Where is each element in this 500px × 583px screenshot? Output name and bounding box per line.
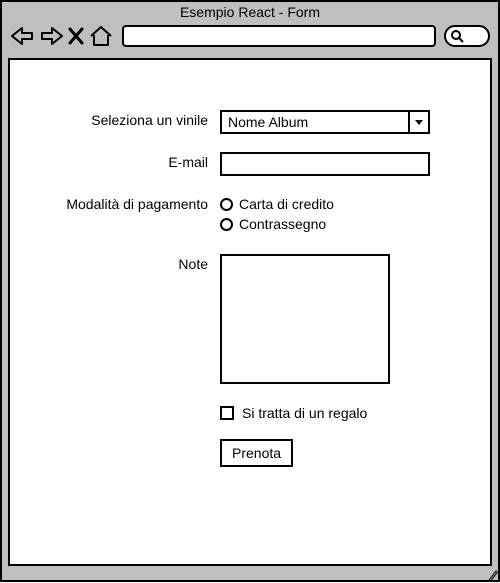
radio-icon [220, 218, 233, 231]
email-field[interactable] [220, 152, 430, 176]
radio-icon [220, 198, 233, 211]
payment-cod-label: Contrassegno [239, 216, 326, 232]
chevron-down-icon[interactable] [408, 112, 428, 132]
search-pill[interactable] [444, 25, 490, 47]
notes-field[interactable] [220, 254, 390, 384]
stop-icon[interactable] [66, 24, 86, 48]
resize-grip-icon[interactable]: ⁄⁄ [491, 570, 496, 580]
search-icon [450, 29, 464, 43]
email-label: E-mail [30, 152, 220, 170]
notes-label: Note [30, 254, 220, 272]
vinyl-label: Seleziona un vinile [30, 110, 220, 128]
submit-button[interactable]: Prenota [220, 439, 293, 467]
payment-label: Modalità di pagamento [30, 194, 220, 212]
home-icon[interactable] [88, 24, 114, 48]
forward-icon[interactable] [38, 24, 64, 48]
checkbox-icon [220, 406, 234, 420]
browser-toolbar [2, 20, 498, 56]
gift-label: Si tratta di un regalo [242, 405, 367, 421]
window-title: Esempio React - Form [2, 2, 498, 20]
payment-credit-label: Carta di credito [239, 196, 334, 212]
payment-option-credit[interactable]: Carta di credito [220, 196, 470, 212]
vinyl-select[interactable]: Nome Album [220, 110, 430, 134]
gift-checkbox[interactable]: Si tratta di un regalo [220, 405, 470, 421]
page-content: Seleziona un vinile Nome Album E-mail Mo… [8, 58, 492, 566]
back-icon[interactable] [10, 24, 36, 48]
payment-option-cod[interactable]: Contrassegno [220, 216, 470, 232]
vinyl-selected-value: Nome Album [222, 112, 408, 132]
status-bar [8, 568, 492, 578]
url-bar[interactable] [122, 25, 436, 47]
browser-window: Esempio React - Form Seleziona un vinile… [0, 0, 500, 582]
